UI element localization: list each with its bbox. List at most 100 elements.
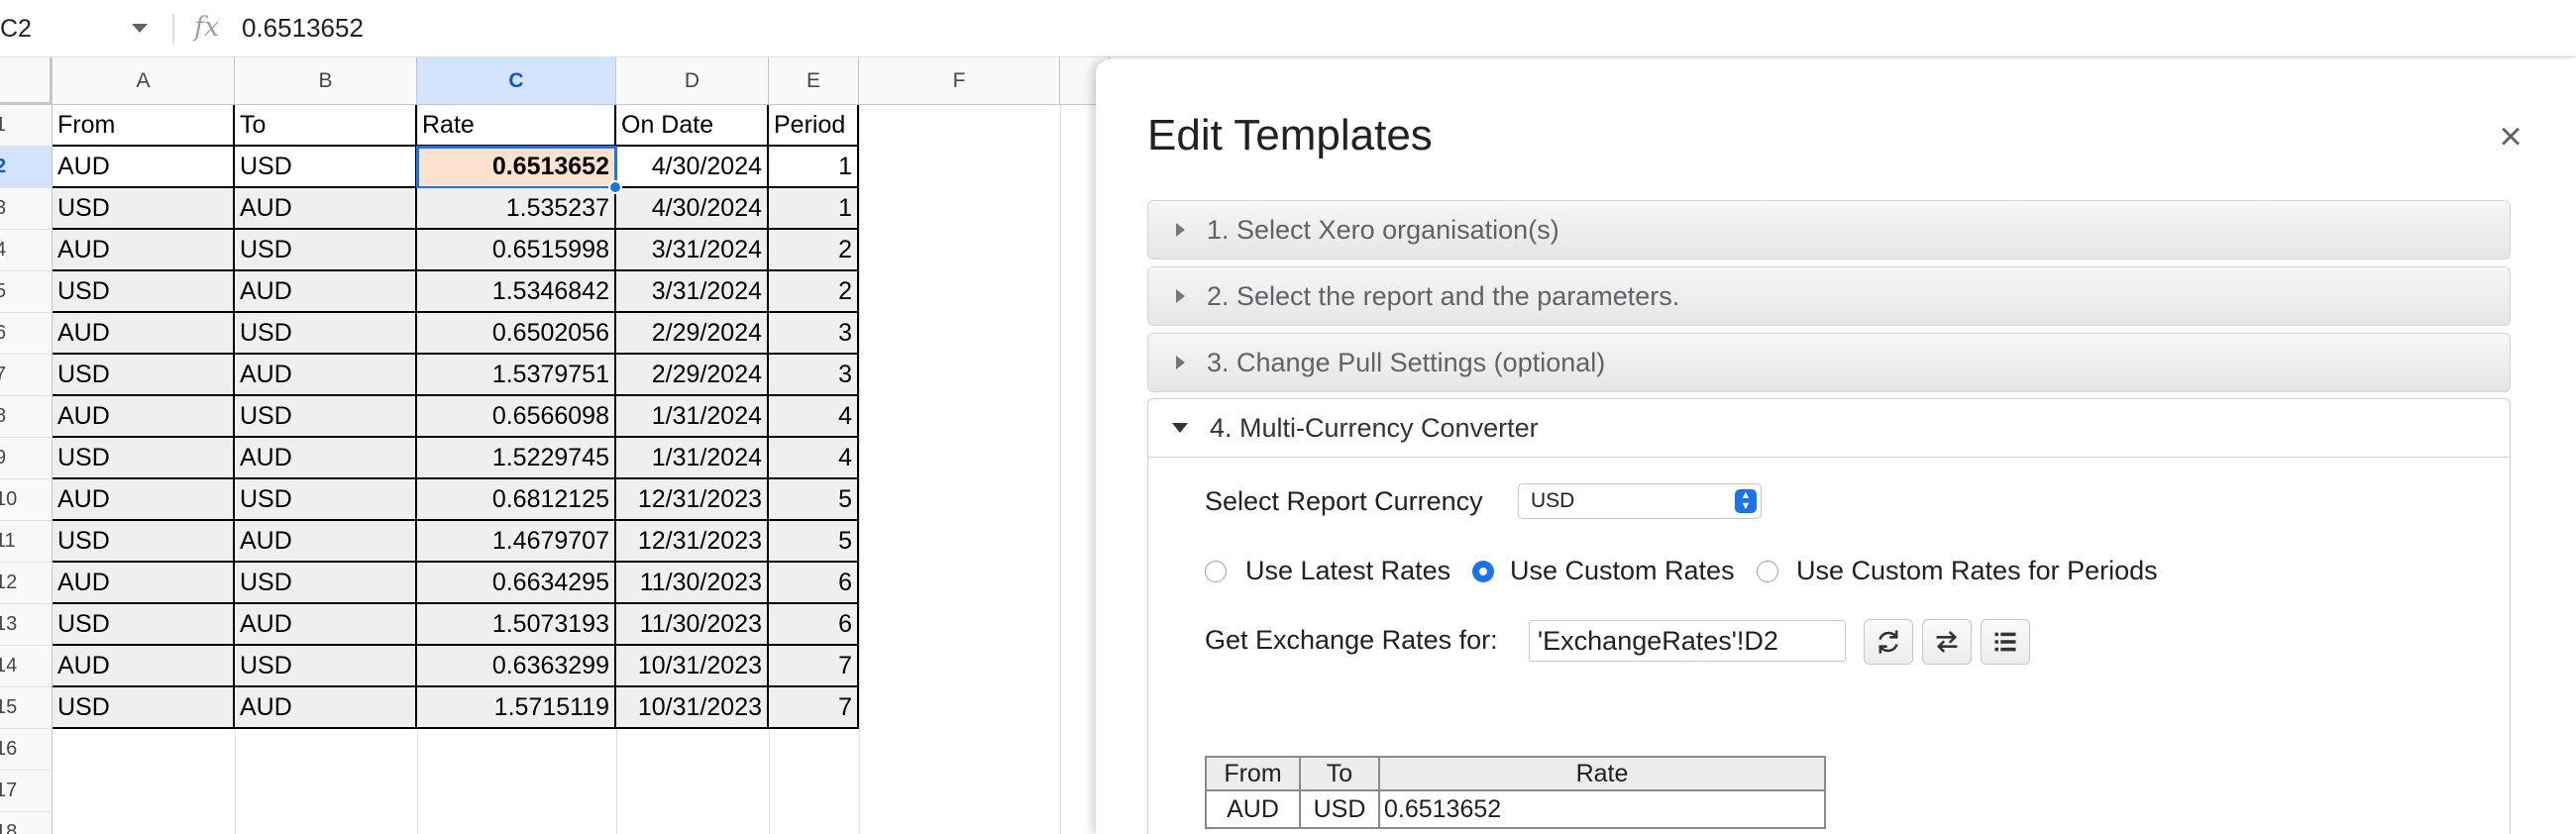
data-cell[interactable]: 0.6363299: [417, 646, 616, 687]
radio-label-latest-rates[interactable]: Use Latest Rates: [1245, 556, 1450, 586]
data-cell[interactable]: USD: [235, 313, 417, 355]
data-cell[interactable]: USD: [235, 479, 417, 521]
radio-latest-rates[interactable]: [1205, 561, 1227, 582]
swap-button[interactable]: [1922, 619, 1972, 665]
data-cell[interactable]: 4/30/2024: [616, 188, 769, 230]
data-cell[interactable]: 4: [769, 396, 859, 438]
data-cell[interactable]: 1.5229745: [417, 438, 616, 479]
row-header-15[interactable]: 15: [0, 687, 53, 729]
data-cell[interactable]: 0.6812125: [417, 479, 616, 521]
data-cell[interactable]: 3: [769, 313, 859, 355]
row-header-4[interactable]: 4: [0, 230, 53, 271]
data-cell[interactable]: 10/31/2023: [616, 646, 769, 687]
data-cell[interactable]: 7: [769, 687, 859, 729]
row-header-13[interactable]: 13: [0, 604, 53, 646]
data-cell[interactable]: USD: [53, 521, 235, 563]
data-cell[interactable]: USD: [235, 396, 417, 438]
radio-label-custom-rates-periods[interactable]: Use Custom Rates for Periods: [1796, 556, 2158, 586]
row-header-7[interactable]: 7: [0, 355, 53, 396]
refresh-button[interactable]: [1864, 619, 1913, 665]
spreadsheet-grid[interactable]: ABCDEF123456789101112131415161718FromToR…: [0, 57, 1110, 834]
data-cell[interactable]: 1.5715119: [417, 687, 616, 729]
data-cell[interactable]: 1.5379751: [417, 355, 616, 396]
data-cell[interactable]: AUD: [235, 188, 417, 230]
section-select-report[interactable]: 2. Select the report and the parameters.: [1147, 266, 2511, 326]
header-cell[interactable]: Period: [769, 105, 859, 147]
data-cell[interactable]: AUD: [235, 438, 417, 479]
row-header-5[interactable]: 5: [0, 271, 53, 313]
data-cell[interactable]: USD: [53, 188, 235, 230]
row-header-10[interactable]: 10: [0, 479, 53, 521]
row-header-8[interactable]: 8: [0, 396, 53, 438]
column-header-e[interactable]: E: [769, 57, 859, 105]
select-all-corner[interactable]: [0, 57, 53, 105]
row-header-3[interactable]: 3: [0, 188, 53, 230]
data-cell[interactable]: 2/29/2024: [616, 313, 769, 355]
radio-label-custom-rates[interactable]: Use Custom Rates: [1510, 556, 1735, 586]
data-cell[interactable]: 6: [769, 604, 859, 646]
header-cell[interactable]: From: [53, 105, 235, 147]
data-cell[interactable]: USD: [235, 230, 417, 271]
header-cell[interactable]: To: [235, 105, 417, 147]
radio-custom-rates-periods[interactable]: [1757, 561, 1778, 582]
data-cell[interactable]: 12/31/2023: [616, 521, 769, 563]
data-cell[interactable]: 5: [769, 479, 859, 521]
data-cell[interactable]: 10/31/2023: [616, 687, 769, 729]
data-cell[interactable]: 1.4679707: [417, 521, 616, 563]
data-cell[interactable]: USD: [53, 438, 235, 479]
row-header-14[interactable]: 14: [0, 646, 53, 687]
data-cell[interactable]: 0.6634295: [417, 563, 616, 604]
data-cell[interactable]: USD: [235, 563, 417, 604]
row-header-1[interactable]: 1: [0, 105, 53, 147]
data-cell[interactable]: 1.5346842: [417, 271, 616, 313]
section-select-organisation[interactable]: 1. Select Xero organisation(s): [1147, 200, 2511, 260]
header-cell[interactable]: On Date: [616, 105, 769, 147]
header-cell[interactable]: Rate: [417, 105, 616, 147]
exchange-rates-input[interactable]: [1529, 620, 1846, 662]
data-cell[interactable]: AUD: [235, 355, 417, 396]
data-cell[interactable]: AUD: [53, 563, 235, 604]
data-cell[interactable]: 1/31/2024: [616, 396, 769, 438]
data-cell[interactable]: 3: [769, 355, 859, 396]
data-cell[interactable]: 2: [769, 230, 859, 271]
name-box[interactable]: C2: [0, 0, 163, 57]
data-cell[interactable]: 1/31/2024: [616, 438, 769, 479]
data-cell[interactable]: USD: [235, 147, 417, 188]
section-pull-settings[interactable]: 3. Change Pull Settings (optional): [1147, 333, 2511, 392]
data-cell[interactable]: 1.5073193: [417, 604, 616, 646]
data-cell[interactable]: AUD: [235, 687, 417, 729]
data-cell[interactable]: USD: [53, 687, 235, 729]
list-button[interactable]: [1981, 619, 2030, 665]
column-header-c[interactable]: C: [417, 57, 616, 105]
section-multi-currency-converter[interactable]: 4. Multi-Currency Converter: [1147, 398, 2511, 458]
data-cell[interactable]: AUD: [53, 230, 235, 271]
data-cell[interactable]: 0.6566098: [417, 396, 616, 438]
data-cell[interactable]: 11/30/2023: [616, 563, 769, 604]
row-header-18[interactable]: 18: [0, 812, 53, 834]
column-header-d[interactable]: D: [616, 57, 769, 105]
close-icon[interactable]: ×: [2491, 117, 2530, 156]
data-cell[interactable]: 7: [769, 646, 859, 687]
data-cell[interactable]: 4: [769, 438, 859, 479]
data-cell[interactable]: AUD: [235, 521, 417, 563]
row-header-12[interactable]: 12: [0, 563, 53, 604]
data-cell[interactable]: 0.6502056: [417, 313, 616, 355]
data-cell[interactable]: 0.6515998: [417, 230, 616, 271]
data-cell[interactable]: AUD: [235, 271, 417, 313]
data-cell[interactable]: USD: [53, 355, 235, 396]
data-cell[interactable]: AUD: [53, 147, 235, 188]
formula-input[interactable]: 0.6513652: [242, 13, 364, 44]
chevron-down-icon[interactable]: [132, 24, 148, 33]
data-cell[interactable]: 2: [769, 271, 859, 313]
row-header-6[interactable]: 6: [0, 313, 53, 355]
data-cell[interactable]: AUD: [235, 604, 417, 646]
data-cell[interactable]: 0.6513652: [416, 146, 617, 189]
data-cell[interactable]: 4/30/2024: [616, 147, 769, 188]
report-currency-select[interactable]: USD ▲ ▼: [1518, 483, 1762, 519]
data-cell[interactable]: AUD: [53, 313, 235, 355]
row-header-9[interactable]: 9: [0, 438, 53, 479]
data-cell[interactable]: 5: [769, 521, 859, 563]
row-header-11[interactable]: 11: [0, 521, 53, 563]
column-header-b[interactable]: B: [235, 57, 417, 105]
data-cell[interactable]: AUD: [53, 396, 235, 438]
